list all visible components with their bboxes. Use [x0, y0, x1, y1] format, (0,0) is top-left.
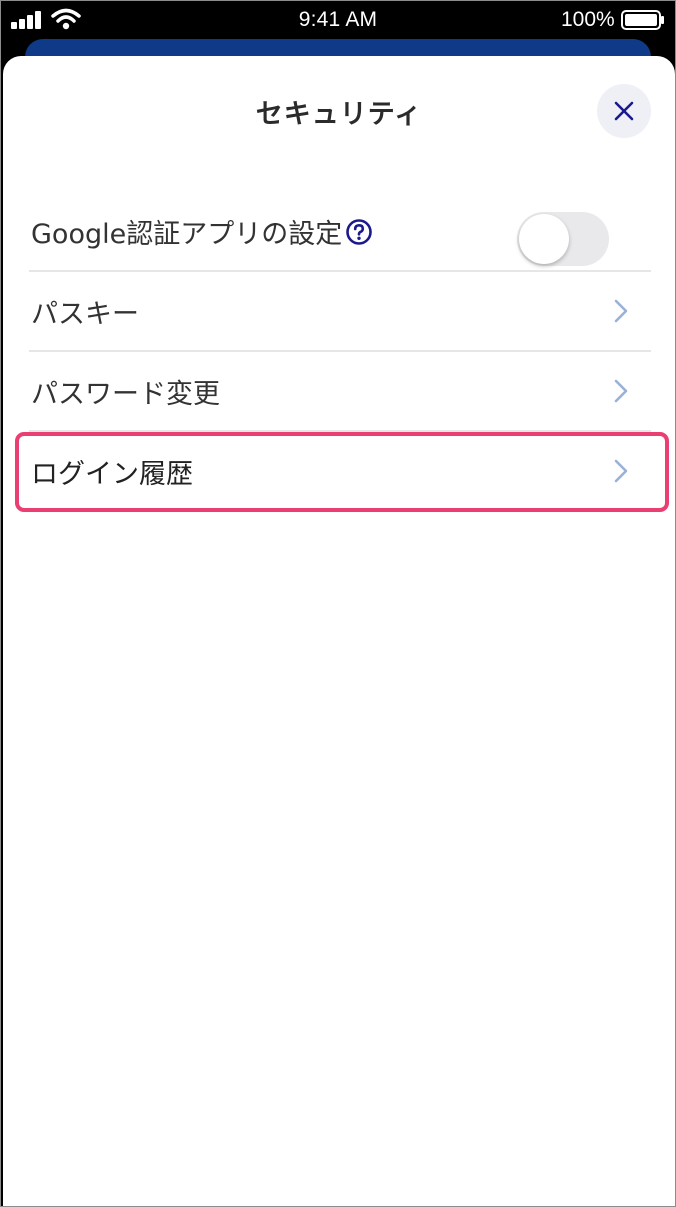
list-item-passkey[interactable]: パスキー [29, 272, 651, 352]
toggle-knob [519, 214, 569, 264]
question-circle-icon[interactable] [345, 218, 373, 246]
password-change-label: パスワード変更 [31, 379, 220, 410]
security-sheet: セキュリティ Google認証アプリの設定 パスキー パスワード変更 ログイン履… [3, 56, 675, 1206]
page-title: セキュリティ [255, 99, 423, 130]
status-bar: 9:41 AM 100% [1, 1, 675, 39]
close-icon [614, 101, 634, 121]
battery-percent: 100% [561, 8, 615, 31]
battery-icon [621, 10, 664, 30]
google-auth-label: Google認証アプリの設定 [31, 219, 343, 250]
highlight-box [15, 432, 669, 512]
list-item-password-change[interactable]: パスワード変更 [29, 352, 651, 432]
chevron-right-icon [614, 299, 628, 323]
google-auth-toggle[interactable] [517, 212, 609, 266]
chevron-right-icon [614, 379, 628, 403]
close-button[interactable] [597, 84, 651, 138]
passkey-label: パスキー [31, 299, 139, 330]
phone-frame: 9:41 AM 100% セキュリティ Google認証アプリの設定 パスキー … [0, 0, 676, 1207]
